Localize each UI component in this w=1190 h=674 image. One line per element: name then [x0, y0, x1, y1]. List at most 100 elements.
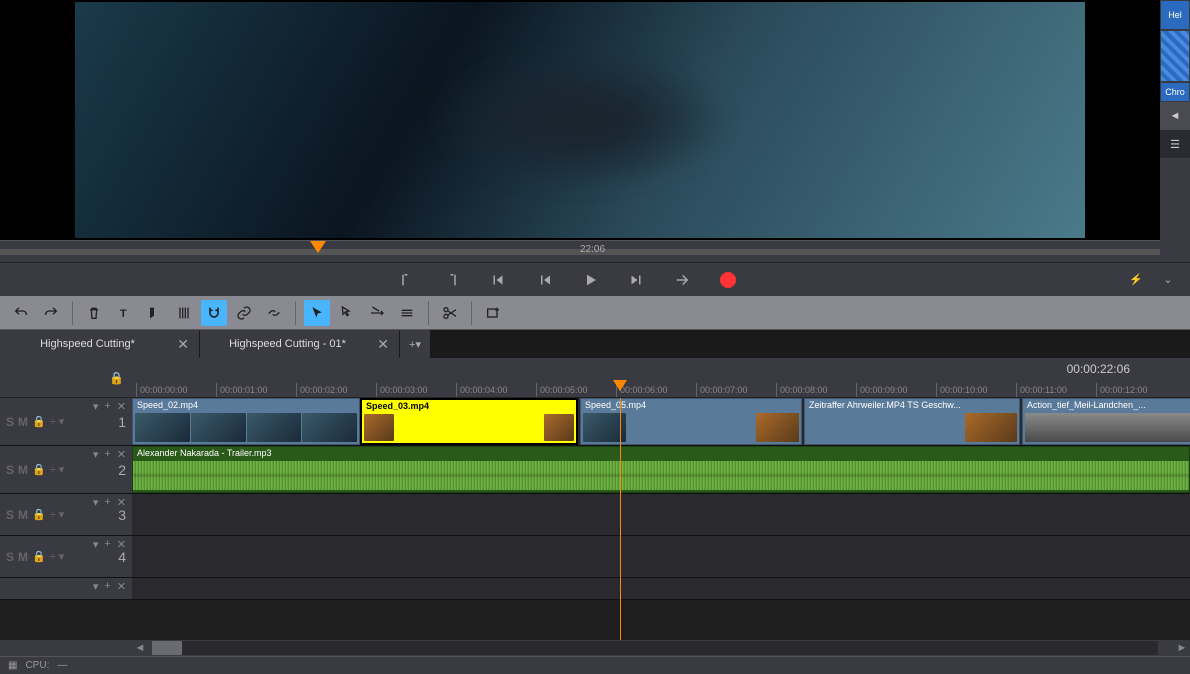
lock-icon[interactable]: 🔒	[32, 415, 46, 428]
project-tab-bar: Highspeed Cutting* ✕ Highspeed Cutting -…	[0, 330, 1190, 358]
pointer-tool[interactable]	[304, 300, 330, 326]
scroll-right-icon[interactable]: ►	[1174, 642, 1190, 654]
video-clip-2-selected[interactable]: Speed_03.mp4	[360, 398, 578, 445]
ruler-tick: 00:00:01:00	[216, 383, 268, 397]
chapter-button[interactable]	[171, 300, 197, 326]
video-clip-1[interactable]: Speed_02.mp4	[132, 398, 360, 445]
link-button[interactable]	[231, 300, 257, 326]
mark-in-button[interactable]	[394, 268, 418, 292]
track-1: ▾ + ✕ S M 🔒 ÷ ▾ 1 Speed_02.mp4 Speed_03.…	[0, 398, 1190, 446]
go-start-button[interactable]	[486, 268, 510, 292]
track-close-icon[interactable]: ✕	[117, 580, 126, 593]
track-number: 1	[118, 414, 126, 430]
edit-toolbar: T	[0, 296, 1190, 330]
mute-button[interactable]: M	[18, 550, 28, 564]
transport-bar: ⚡ ⌄	[0, 262, 1190, 296]
track-collapse-icon[interactable]: ▾	[93, 496, 99, 509]
delete-button[interactable]	[81, 300, 107, 326]
track-collapse-icon[interactable]: ▾	[93, 538, 99, 551]
panel-menu-icon[interactable]: ☰	[1160, 130, 1190, 158]
mute-button[interactable]: M	[18, 415, 28, 429]
track-collapse-icon[interactable]: ▾	[93, 580, 99, 593]
solo-button[interactable]: S	[6, 550, 14, 564]
track-header-4[interactable]: ▾ + ✕ S M 🔒 ÷ ▾ 4	[0, 536, 132, 577]
track-close-icon[interactable]: ✕	[117, 538, 126, 551]
timecode-display: 00:00:22:06	[1067, 362, 1130, 376]
lock-icon[interactable]: 🔒	[32, 463, 46, 476]
track-add-icon[interactable]: +	[104, 496, 110, 509]
ruler-tick: 00:00:11:00	[1016, 383, 1067, 397]
go-end-button[interactable]	[670, 268, 694, 292]
project-tab-2[interactable]: Highspeed Cutting - 01* ✕	[200, 330, 400, 358]
grid-icon[interactable]: ▦	[8, 660, 17, 671]
expand-down-icon[interactable]: ⌄	[1156, 268, 1180, 292]
close-icon[interactable]: ✕	[377, 336, 389, 353]
video-clip-4[interactable]: Zeitraffer Ahrweiler.MP4 TS Geschw...	[804, 398, 1020, 445]
track-close-icon[interactable]: ✕	[117, 496, 126, 509]
ruler-tick: 00:00:02:00	[296, 383, 348, 397]
playhead-icon[interactable]	[613, 380, 627, 391]
solo-button[interactable]: S	[6, 415, 14, 429]
panel-striped-button[interactable]	[1161, 31, 1189, 81]
track-header-2[interactable]: ▾ + ✕ S M 🔒 ÷ ▾ 2	[0, 446, 132, 493]
track-add-icon[interactable]: +	[104, 400, 110, 413]
cpu-value: —	[57, 660, 67, 671]
track-header-1[interactable]: ▾ + ✕ S M 🔒 ÷ ▾ 1	[0, 398, 132, 445]
track-header-extra[interactable]: ▾ + ✕	[0, 578, 132, 599]
close-icon[interactable]: ✕	[177, 336, 189, 353]
track-collapse-icon[interactable]: ▾	[93, 448, 99, 461]
track-close-icon[interactable]: ✕	[117, 400, 126, 413]
mute-button[interactable]: M	[18, 508, 28, 522]
scrubber-time: 22:06	[580, 244, 605, 255]
prev-frame-button[interactable]	[532, 268, 556, 292]
record-button[interactable]	[716, 268, 740, 292]
timeline-scrollbar[interactable]: ◄ ►	[0, 640, 1190, 656]
track-add-icon[interactable]: +	[104, 580, 110, 593]
scrubber-playhead-icon[interactable]	[310, 241, 326, 253]
text-button[interactable]: T	[111, 300, 137, 326]
track-collapse-icon[interactable]: ▾	[93, 400, 99, 413]
panel-help-button[interactable]: Hel	[1161, 1, 1189, 29]
redo-button[interactable]	[38, 300, 64, 326]
magnet-button[interactable]	[201, 300, 227, 326]
track-header-3[interactable]: ▾ + ✕ S M 🔒 ÷ ▾ 3	[0, 494, 132, 535]
unlink-button[interactable]	[261, 300, 287, 326]
preview-scrubber[interactable]: 22:06	[0, 240, 1160, 262]
scroll-left-icon[interactable]: ◄	[132, 642, 148, 654]
playhead-line[interactable]	[620, 398, 621, 640]
cpu-label: CPU:	[25, 660, 49, 671]
cut-button[interactable]	[437, 300, 463, 326]
video-preview[interactable]	[75, 2, 1085, 238]
stretch-tool[interactable]	[394, 300, 420, 326]
video-clip-5[interactable]: Action_tief_Meil-Landchen_...	[1022, 398, 1190, 445]
move-tool[interactable]	[364, 300, 390, 326]
mute-button[interactable]: M	[18, 463, 28, 477]
next-frame-button[interactable]	[624, 268, 648, 292]
panel-chrome-button[interactable]: Chro	[1161, 83, 1189, 101]
video-clip-3[interactable]: Speed_05.mp4	[580, 398, 802, 445]
marker-button[interactable]	[141, 300, 167, 326]
mark-out-button[interactable]	[440, 268, 464, 292]
panel-left-arrow-icon[interactable]: ◄	[1160, 102, 1190, 130]
select-tool[interactable]	[334, 300, 360, 326]
ruler-tick: 00:00:12:00	[1096, 383, 1148, 397]
solo-button[interactable]: S	[6, 508, 14, 522]
timeline-tracks: ▾ + ✕ S M 🔒 ÷ ▾ 1 Speed_02.mp4 Speed_03.…	[0, 398, 1190, 640]
add-tab-button[interactable]: +▾	[400, 330, 430, 358]
track-add-icon[interactable]: +	[104, 538, 110, 551]
undo-button[interactable]	[8, 300, 34, 326]
timeline-ruler[interactable]: 🔒 00:00:22:06 00:00:00:00 00:00:01:00 00…	[0, 358, 1190, 398]
track-close-icon[interactable]: ✕	[117, 448, 126, 461]
lock-icon[interactable]: 🔒	[32, 508, 46, 521]
lock-icon[interactable]: 🔒	[109, 371, 124, 385]
scroll-thumb[interactable]	[152, 641, 182, 655]
play-button[interactable]	[578, 268, 602, 292]
add-button[interactable]	[480, 300, 506, 326]
lock-icon[interactable]: 🔒	[32, 550, 46, 563]
lightning-icon[interactable]: ⚡	[1124, 268, 1148, 292]
ruler-tick: 00:00:09:00	[856, 383, 908, 397]
solo-button[interactable]: S	[6, 463, 14, 477]
track-add-icon[interactable]: +	[104, 448, 110, 461]
project-tab-1[interactable]: Highspeed Cutting* ✕	[0, 330, 200, 358]
audio-clip-1[interactable]: Alexander Nakarada - Trailer.mp3	[132, 446, 1190, 493]
